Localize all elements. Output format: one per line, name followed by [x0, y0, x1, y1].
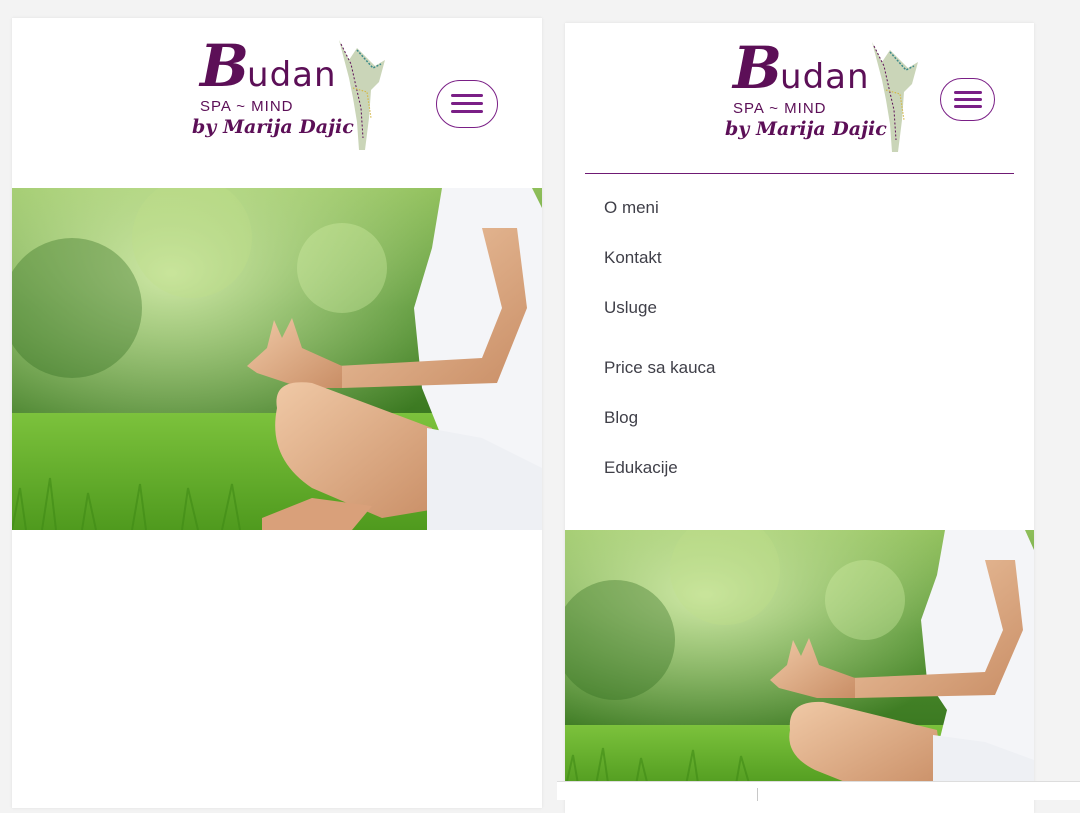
site-logo[interactable]: Budan SPA ~ MIND by Marija Dajic — [192, 32, 385, 151]
logo-tagline: SPA ~ MIND — [200, 98, 294, 115]
nav-item-price-sa-kauca[interactable]: Price sa kauca — [604, 358, 716, 378]
nav-item-usluge[interactable]: Usluge — [604, 298, 657, 318]
logo-wordmark: Budan — [200, 32, 337, 100]
menu-toggle-button[interactable] — [436, 80, 498, 128]
yoga-meditation-photo — [565, 530, 1034, 790]
logo-figure-icon — [872, 42, 918, 152]
nav-item-kontakt[interactable]: Kontakt — [604, 248, 662, 268]
logo-figure-icon — [339, 40, 385, 150]
nav-divider — [585, 173, 1014, 174]
nav-item-o-meni[interactable]: O meni — [604, 198, 659, 218]
nav-item-edukacije[interactable]: Edukacije — [604, 458, 678, 478]
logo-tagline: SPA ~ MIND — [733, 100, 827, 117]
bottom-strip — [557, 781, 1080, 801]
logo-wordmark: Budan — [733, 34, 870, 102]
mobile-view-menu-open: Budan SPA ~ MIND by Marija Dajic O meni … — [565, 23, 1034, 813]
yoga-meditation-photo — [12, 188, 542, 530]
mobile-view-menu-closed: Budan SPA ~ MIND by Marija Dajic — [12, 18, 542, 808]
menu-toggle-button[interactable] — [940, 78, 995, 121]
strip-divider — [757, 788, 758, 801]
hero-image — [12, 188, 542, 530]
hero-image — [565, 530, 1034, 790]
site-logo[interactable]: Budan SPA ~ MIND by Marija Dajic — [725, 34, 918, 153]
nav-item-blog[interactable]: Blog — [604, 408, 638, 428]
